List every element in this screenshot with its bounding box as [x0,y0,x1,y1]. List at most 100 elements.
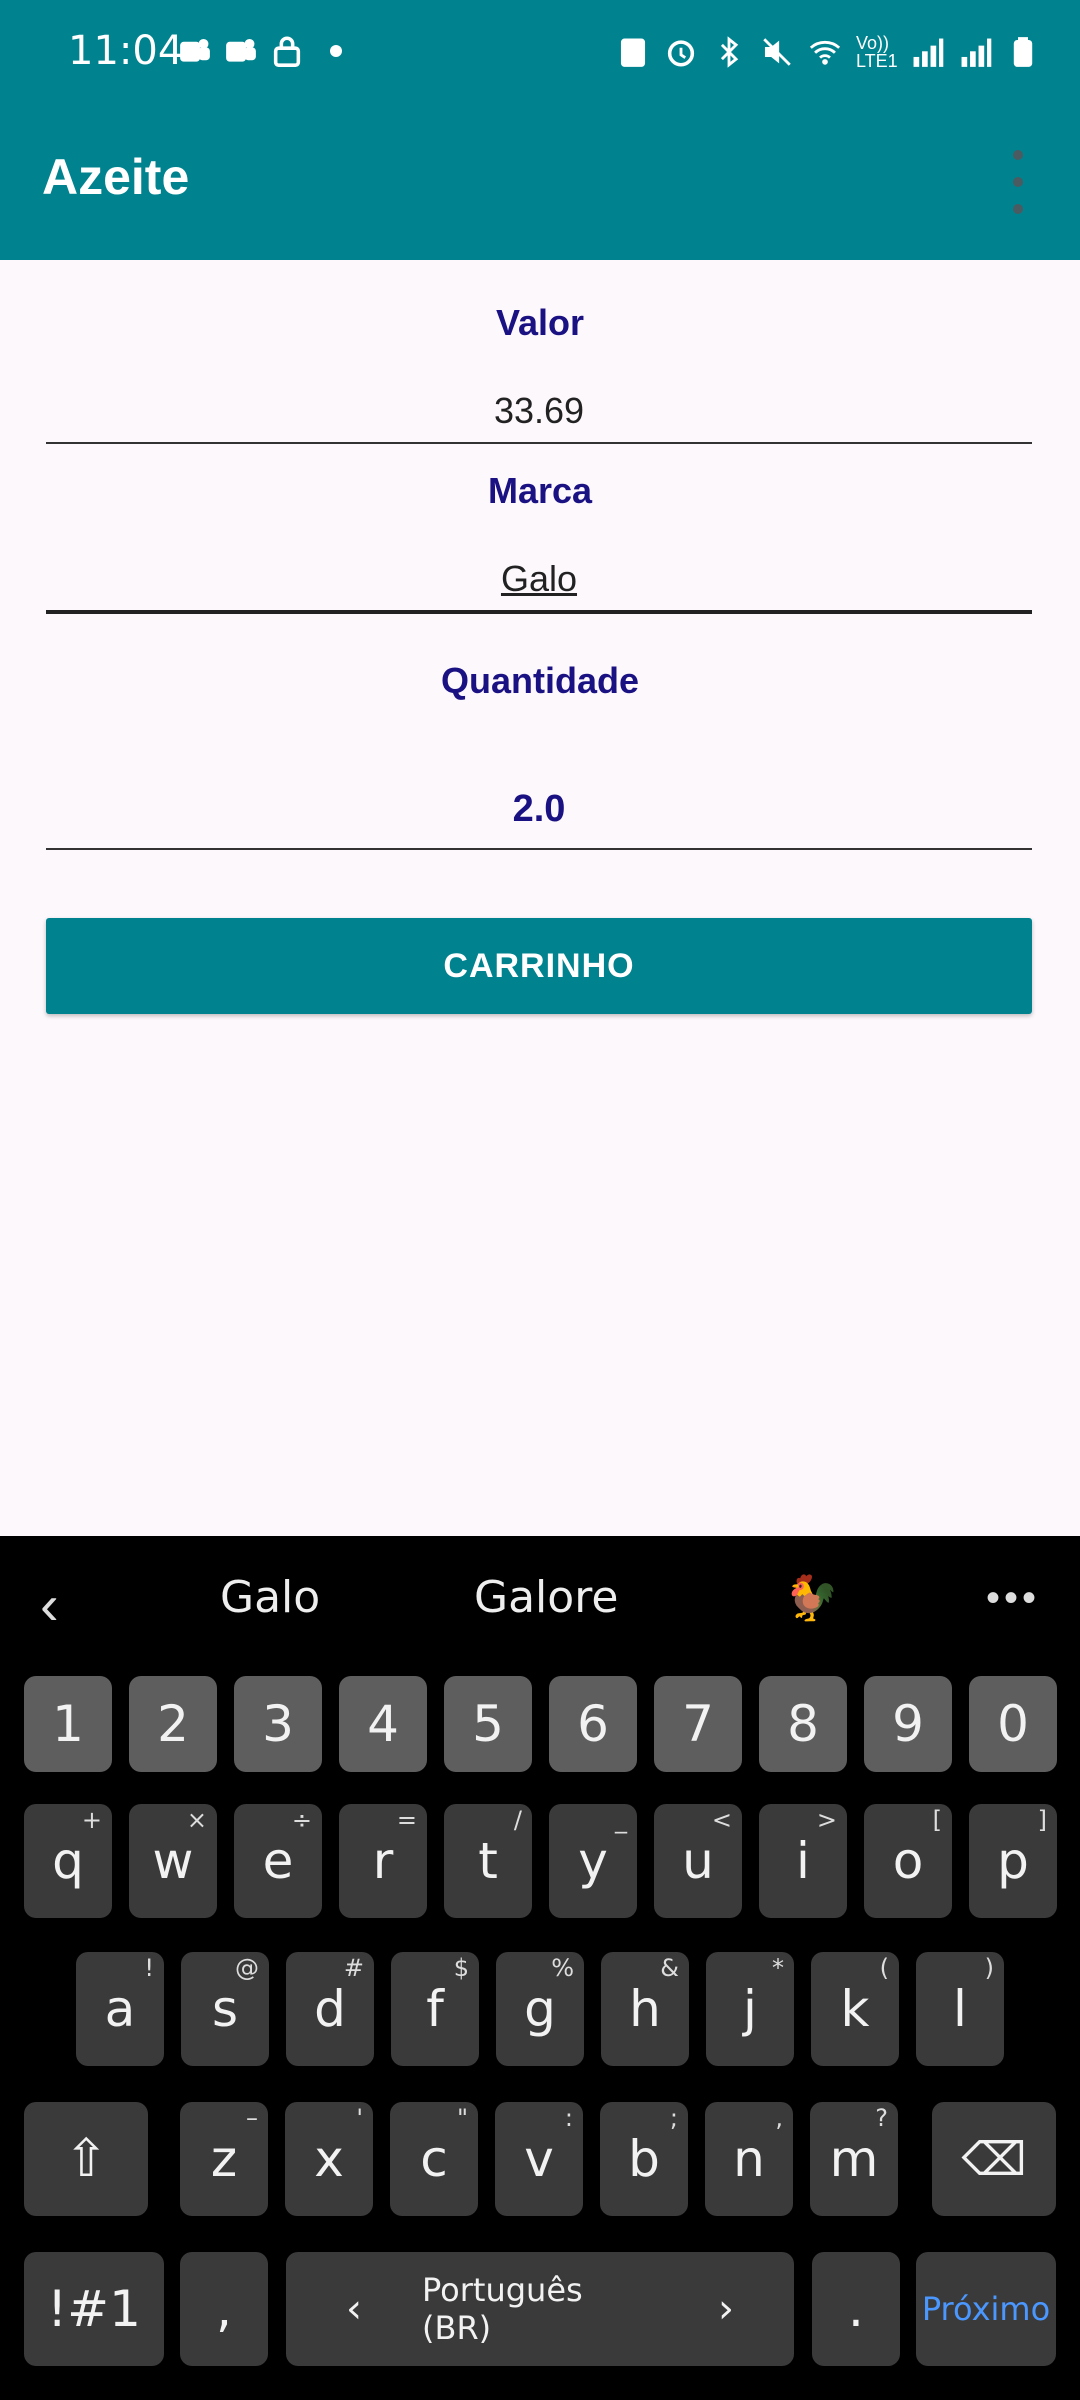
key-n[interactable]: n, [705,2102,793,2216]
key-label: . [848,2280,864,2338]
key-s[interactable]: s @ [181,1952,269,2066]
notification-icons [178,34,342,68]
key-a[interactable]: a! [76,1952,164,2066]
key-c[interactable]: c " [390,2102,478,2216]
marca-value: Galo [500,558,578,599]
key-label: c [420,2130,448,2188]
wifi-icon [808,35,842,69]
symbols-key[interactable]: !#1 [24,2252,164,2366]
quantidade-value: 2.0 [512,788,566,830]
more-icon[interactable]: ••• [986,1576,1040,1621]
key-label: v [524,2130,554,2188]
more-options-button[interactable] [990,150,1046,214]
key-b[interactable]: b; [600,2102,688,2216]
key-k[interactable]: k( [811,1952,899,2066]
key-label: k [840,1980,870,2038]
quantidade-label: Quantidade [440,660,640,701]
key-q[interactable]: q + [24,1804,112,1918]
key-4[interactable]: 4 [339,1676,427,1772]
key-hint: = [396,1806,417,1834]
next-key[interactable]: Próximo [916,2252,1056,2366]
app-bar: Azeite [0,104,1080,260]
key-i[interactable]: i > [759,1804,847,1918]
key-u[interactable]: u < [654,1804,742,1918]
key-r[interactable]: r = [339,1804,427,1918]
marca-label: Marca [487,470,593,511]
bluetooth-icon [712,35,746,69]
key-2[interactable]: 2 [129,1676,217,1772]
period-key[interactable]: . [812,2252,900,2366]
key-8[interactable]: 8 [759,1676,847,1772]
key-hint: & [660,1954,679,1982]
key-label: 3 [262,1695,294,1753]
key-label: , [216,2280,232,2338]
key-7[interactable]: 7 [654,1676,742,1772]
key-hint: , [775,2104,783,2132]
signal-icon [910,35,944,69]
key-9[interactable]: 9 [864,1676,952,1772]
key-label: a [104,1980,136,2038]
key-label: b [628,2130,660,2188]
key-x[interactable]: x ' [285,2102,373,2216]
carrinho-button[interactable]: CARRINHO [46,918,1032,1014]
suggestion-2[interactable]: Galore [474,1572,618,1623]
valor-field[interactable]: 33.69 [46,384,1032,444]
key-1[interactable]: 1 [24,1676,112,1772]
key-label: l [953,1980,967,2038]
key-3[interactable]: 3 [234,1676,322,1772]
key-6[interactable]: 6 [549,1676,637,1772]
space-key[interactable]: ‹ Português (BR) › [286,2252,794,2366]
key-label: 1 [52,1695,84,1753]
comma-key[interactable]: , [180,2252,268,2366]
key-h[interactable]: h & [601,1952,689,2066]
key-label: !#1 [47,2280,141,2338]
network-label: Vo)) LTE1 [856,33,898,71]
key-f[interactable]: f $ [391,1952,479,2066]
key-label: s [211,1980,239,2038]
shift-key[interactable]: ⇧ [24,2102,148,2216]
key-label: 0 [997,1695,1029,1753]
key-hint: [ [932,1806,942,1834]
key-hint: ! [144,1954,154,1982]
key-hint: > [816,1806,837,1834]
key-label: g [524,1980,556,2038]
key-v[interactable]: v: [495,2102,583,2216]
key-0[interactable]: 0 [969,1676,1057,1772]
suggestion-emoji[interactable]: 🐓 [784,1572,839,1624]
key-5[interactable]: 5 [444,1676,532,1772]
key-hint: ÷ [291,1806,312,1834]
key-label: Próximo [921,2290,1051,2328]
key-d[interactable]: d # [286,1952,374,2066]
key-label: z [210,2130,238,2188]
key-j[interactable]: j * [706,1952,794,2066]
key-t[interactable]: t / [444,1804,532,1918]
teams-icon [178,34,212,68]
key-z[interactable]: z – [180,2102,268,2216]
status-bar: 11:04 Vo)) LTE1 [0,0,1080,104]
key-label: o [892,1832,924,1890]
key-label: j [743,1980,757,2038]
key-y[interactable]: y _ [549,1804,637,1918]
key-label: t [478,1832,498,1890]
marca-field[interactable]: Galo [46,552,1032,614]
building-icon [616,35,650,69]
dot-icon [1013,177,1023,187]
key-label: 7 [682,1695,714,1753]
key-label: 5 [472,1695,504,1753]
quantidade-field[interactable]: 2.0 [46,776,1032,850]
key-l[interactable]: l) [916,1952,1004,2066]
key-label: 6 [577,1695,609,1753]
key-p[interactable]: p] [969,1804,1057,1918]
keyboard: ‹ Galo Galore 🐓 ••• 1 2 3 4 5 6 7 8 9 0 q + w × e ÷ r = t /… [0,1536,1080,2400]
back-icon[interactable]: ‹ [40,1572,59,1637]
key-w[interactable]: w × [129,1804,217,1918]
battery-icon [1006,35,1040,69]
backspace-key[interactable]: ⌫ [932,2102,1056,2216]
suggestion-1[interactable]: Galo [220,1572,320,1623]
key-m[interactable]: m? [810,2102,898,2216]
key-e[interactable]: e ÷ [234,1804,322,1918]
key-hint: $ [453,1954,469,1982]
key-g[interactable]: g% [496,1952,584,2066]
key-hint: < [711,1806,732,1834]
key-o[interactable]: o[ [864,1804,952,1918]
